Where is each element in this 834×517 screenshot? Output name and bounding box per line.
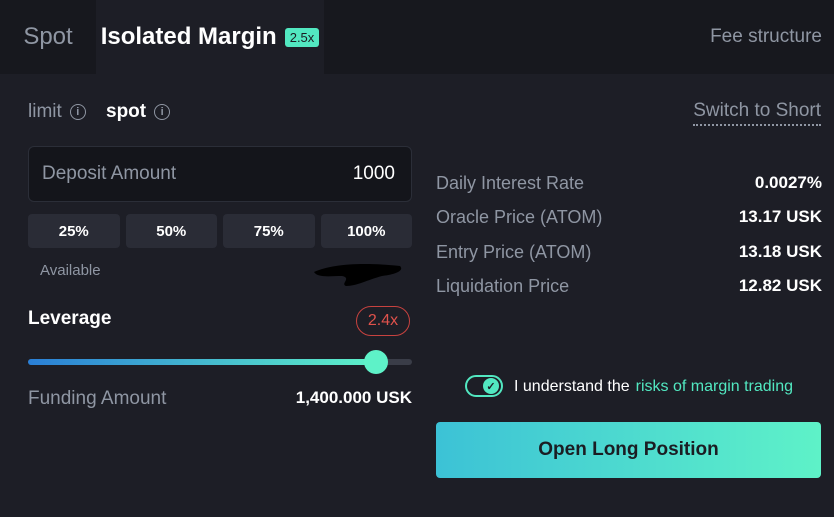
tab-spot[interactable]: Spot xyxy=(0,0,96,74)
deposit-amount-label: Deposit Amount xyxy=(42,163,177,184)
risks-of-margin-trading-link[interactable]: risks of margin trading xyxy=(636,378,793,395)
leverage-label: Leverage xyxy=(28,308,112,329)
open-long-position-button[interactable]: Open Long Position xyxy=(436,422,821,478)
info-icon[interactable]: i xyxy=(69,104,86,120)
percent-75-button[interactable]: 75% xyxy=(223,214,315,248)
percent-buttons: 25% 50% 75% 100% xyxy=(28,214,412,248)
margin-trade-panel: Spot Isolated Margin 2.5x Fee structure … xyxy=(0,0,834,517)
tab-isolated-margin-label: Isolated Margin xyxy=(100,23,277,50)
available-label: Available xyxy=(40,262,101,279)
stat-label: Oracle Price (ATOM) xyxy=(436,207,603,227)
deposit-amount-value[interactable]: 1000 xyxy=(353,163,395,185)
fee-structure-link[interactable]: Fee structure xyxy=(710,0,822,74)
leverage-slider[interactable] xyxy=(28,350,412,374)
max-leverage-badge: 2.5x xyxy=(284,27,320,47)
funding-amount-label: Funding Amount xyxy=(28,388,167,409)
stat-value: 12.82 USK xyxy=(738,276,822,295)
stat-row-oracle-price: Oracle Price (ATOM) 13.17 USK xyxy=(436,207,822,228)
risk-agreement-text: I understand the risks of margin trading xyxy=(514,378,793,396)
stat-row-liquidation-price: Liquidation Price 12.82 USK xyxy=(436,276,822,297)
risk-agreement-toggle[interactable]: ✓ xyxy=(465,375,503,397)
percent-50-button[interactable]: 50% xyxy=(125,214,217,248)
leverage-slider-fill xyxy=(28,359,376,365)
stat-label: Entry Price (ATOM) xyxy=(436,242,592,262)
order-type-limit[interactable]: limit i xyxy=(28,98,86,126)
stat-label: Liquidation Price xyxy=(436,276,570,296)
deposit-amount-field[interactable]: Deposit Amount 1000 xyxy=(28,146,412,202)
redaction-scribble xyxy=(314,264,402,286)
bottom-edge xyxy=(0,500,834,517)
risk-agreement-label: I understand the xyxy=(514,378,630,395)
percent-25-button[interactable]: 25% xyxy=(28,214,120,248)
tab-isolated-margin[interactable]: Isolated Margin 2.5x xyxy=(96,0,324,74)
info-icon[interactable]: i xyxy=(154,104,171,120)
stat-row-entry-price: Entry Price (ATOM) 13.18 USK xyxy=(436,242,822,263)
leverage-value-badge: 2.4x xyxy=(356,306,410,336)
order-type-spot[interactable]: spot i xyxy=(106,98,171,126)
order-type-spot-label: spot xyxy=(106,101,147,122)
stat-value: 13.17 USK xyxy=(738,207,822,226)
switch-to-short-link[interactable]: Switch to Short xyxy=(693,100,821,126)
stat-value: 0.0027% xyxy=(754,173,822,192)
order-type-limit-label: limit xyxy=(28,101,62,122)
percent-100-button[interactable]: 100% xyxy=(320,214,412,248)
stat-label: Daily Interest Rate xyxy=(436,173,585,193)
check-icon: ✓ xyxy=(483,378,499,394)
tab-spot-label: Spot xyxy=(23,23,73,50)
stat-row-daily-interest: Daily Interest Rate 0.0027% xyxy=(436,173,822,194)
leverage-slider-thumb[interactable] xyxy=(363,350,388,374)
stat-value: 13.18 USK xyxy=(738,242,822,261)
funding-amount-value: 1,400.000 USK xyxy=(295,388,412,407)
tab-bar: Spot Isolated Margin 2.5x Fee structure xyxy=(0,0,834,74)
